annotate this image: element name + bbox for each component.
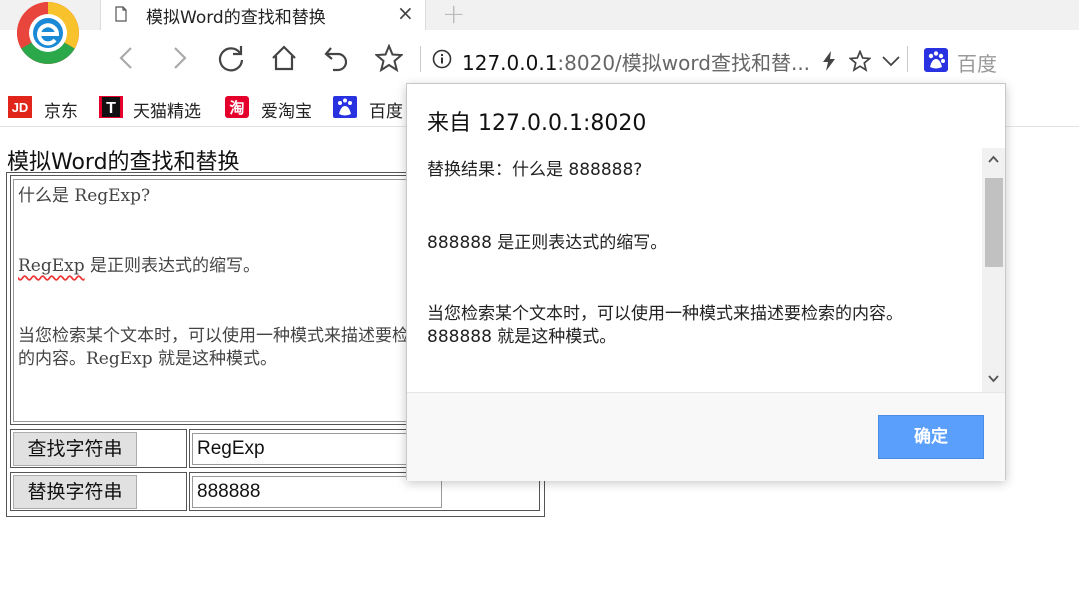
browser-toolbar: 127.0.0.1:8020/模拟word查找和替... 百度 bbox=[0, 30, 1079, 88]
dialog-scrollbar[interactable] bbox=[982, 148, 1005, 392]
bookmark-star-icon[interactable] bbox=[375, 44, 403, 72]
address-url[interactable]: 127.0.0.1:8020/模拟word查找和替... bbox=[462, 47, 810, 76]
bookmark-label: 天猫精选 bbox=[133, 102, 201, 122]
chevron-down-icon[interactable] bbox=[987, 374, 1000, 384]
svg-text:T: T bbox=[106, 100, 116, 117]
find-button[interactable]: 查找字符串 bbox=[13, 432, 137, 466]
favorite-star-icon[interactable] bbox=[849, 50, 871, 72]
find-input[interactable]: RegExp bbox=[192, 433, 442, 465]
chevron-down-icon[interactable] bbox=[880, 50, 902, 72]
dialog-title: 来自 127.0.0.1:8020 bbox=[427, 111, 647, 136]
search-engine-label[interactable]: 百度 bbox=[957, 48, 997, 77]
reload-icon[interactable] bbox=[217, 44, 245, 72]
home-icon[interactable] bbox=[270, 44, 298, 72]
undo-close-icon[interactable] bbox=[323, 44, 351, 72]
dialog-message-line: 888888 就是这种模式。 bbox=[427, 327, 617, 347]
svg-text:JD: JD bbox=[12, 100, 29, 115]
document-icon bbox=[115, 6, 127, 22]
bookmark-label: 京东 bbox=[44, 102, 78, 122]
tab-title: 模拟Word的查找和替换 bbox=[146, 8, 326, 28]
chevron-up-icon[interactable] bbox=[987, 154, 1000, 164]
dialog-message-line: 当您检索某个文本时，可以使用一种模式来描述要检索的内容。 bbox=[427, 304, 903, 324]
back-icon[interactable] bbox=[113, 44, 141, 72]
ok-button[interactable]: 确定 bbox=[878, 415, 984, 459]
bookmark-label: 百度 bbox=[369, 102, 403, 122]
browser-logo-icon bbox=[17, 2, 79, 64]
replace-button[interactable]: 替换字符串 bbox=[13, 475, 137, 509]
tmall-icon: T bbox=[99, 96, 123, 118]
new-tab-icon[interactable]: + bbox=[442, 0, 465, 30]
bookmark-taobao[interactable]: 淘 爱淘宝 bbox=[225, 96, 320, 122]
jd-icon: JD bbox=[8, 96, 32, 118]
baidu-search-icon[interactable] bbox=[924, 48, 948, 72]
bookmark-label: 爱淘宝 bbox=[261, 102, 312, 122]
bookmark-jd[interactable]: JD 京东 bbox=[8, 96, 88, 122]
tab-close-icon[interactable]: × bbox=[397, 1, 414, 25]
forward-icon[interactable] bbox=[165, 44, 193, 72]
baidu-icon bbox=[333, 96, 357, 118]
dialog-message-line: 888888 是正则表达式的缩写。 bbox=[427, 233, 668, 253]
misspelled-word: RegExp bbox=[18, 256, 85, 276]
scrollbar-thumb[interactable] bbox=[985, 178, 1003, 267]
lightning-icon[interactable] bbox=[818, 50, 840, 72]
dialog-footer: 确定 bbox=[407, 392, 1005, 481]
bookmark-tmall[interactable]: T 天猫精选 bbox=[99, 96, 214, 122]
taobao-icon: 淘 bbox=[225, 96, 249, 118]
svg-text:淘: 淘 bbox=[228, 99, 244, 117]
alert-dialog: 来自 127.0.0.1:8020 替换结果：什么是 888888? 88888… bbox=[406, 83, 1006, 481]
site-info-icon[interactable] bbox=[432, 49, 452, 69]
browser-tab[interactable]: 模拟Word的查找和替换 × bbox=[100, 0, 426, 30]
dialog-message: 替换结果：什么是 888888? 888888 是正则表达式的缩写。 当您检索某… bbox=[407, 148, 983, 393]
bookmark-baidu[interactable]: 百度 bbox=[333, 96, 413, 122]
tab-strip: 模拟Word的查找和替换 × + bbox=[0, 0, 1079, 30]
dialog-message-line: 替换结果：什么是 888888? bbox=[427, 160, 643, 180]
replace-input[interactable]: 888888 bbox=[192, 476, 442, 508]
